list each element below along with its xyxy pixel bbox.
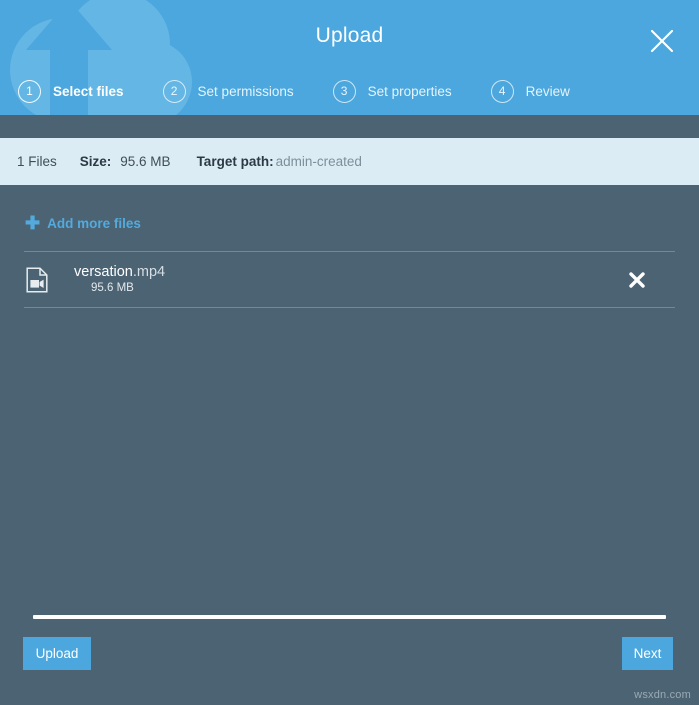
file-basename: versation bbox=[74, 263, 133, 280]
target-path-label: Target path: bbox=[196, 154, 274, 169]
upload-button[interactable]: Upload bbox=[23, 637, 91, 670]
step-label: Set properties bbox=[367, 83, 452, 99]
dialog-header: Upload 1 Select files 2 Set permissions … bbox=[0, 0, 699, 115]
step-select-files[interactable]: 1 Select files bbox=[18, 79, 124, 103]
file-name: versation.mp4 bbox=[74, 264, 625, 281]
add-more-files-label: Add more files bbox=[47, 215, 141, 231]
video-file-icon bbox=[26, 266, 48, 293]
table-row: versation.mp4 95.6 MB bbox=[24, 251, 675, 308]
upload-progress-bar bbox=[33, 615, 666, 619]
step-number: 4 bbox=[490, 79, 514, 103]
step-set-properties[interactable]: 3 Set properties bbox=[332, 79, 452, 103]
file-extension: .mp4 bbox=[132, 263, 166, 280]
upload-dialog: Upload 1 Select files 2 Set permissions … bbox=[0, 0, 699, 705]
step-number: 3 bbox=[332, 79, 356, 103]
target-path-value: admin-created bbox=[275, 154, 362, 169]
step-label: Select files bbox=[53, 83, 124, 99]
remove-file-icon[interactable] bbox=[625, 268, 649, 292]
step-label: Review bbox=[525, 83, 570, 99]
step-indicator: 1 Select files 2 Set permissions 3 Set p… bbox=[18, 76, 570, 106]
plus-icon: ✚ bbox=[25, 213, 41, 233]
total-size-value: 95.6 MB bbox=[120, 154, 171, 169]
file-list: versation.mp4 95.6 MB bbox=[24, 251, 675, 308]
step-label: Set permissions bbox=[197, 83, 294, 99]
step-number: 1 bbox=[18, 79, 41, 103]
next-button[interactable]: Next bbox=[622, 637, 673, 670]
upload-summary-bar: 1 Files Size: 95.6 MB Target path: admin… bbox=[0, 138, 699, 185]
step-review[interactable]: 4 Review bbox=[490, 79, 570, 103]
file-size: 95.6 MB bbox=[91, 281, 134, 294]
file-meta: versation.mp4 95.6 MB bbox=[74, 264, 625, 296]
close-icon[interactable] bbox=[641, 20, 683, 62]
page-title: Upload bbox=[315, 24, 384, 47]
step-set-permissions[interactable]: 2 Set permissions bbox=[162, 79, 294, 103]
site-watermark: wsxdn.com bbox=[634, 689, 691, 701]
header-divider-strip bbox=[0, 115, 699, 138]
add-more-files-button[interactable]: ✚ Add more files bbox=[25, 214, 141, 232]
step-number: 2 bbox=[162, 79, 186, 103]
file-count-label: 1 Files bbox=[17, 154, 57, 169]
total-size-label: Size: bbox=[79, 154, 112, 169]
dialog-body: ✚ Add more files versation.mp4 95.6 MB U… bbox=[0, 185, 699, 705]
